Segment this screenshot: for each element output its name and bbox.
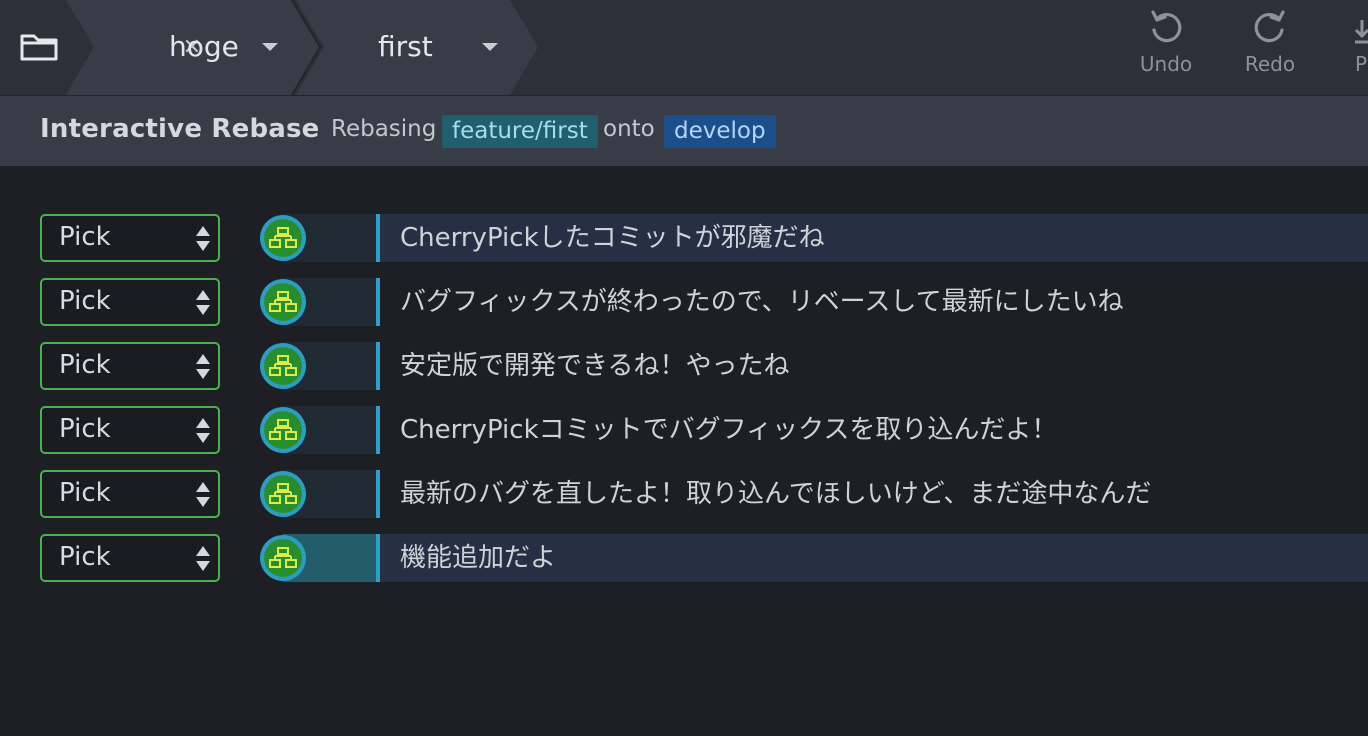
- pull-button[interactable]: P: [1350, 0, 1368, 95]
- page-title: Interactive Rebase: [40, 114, 320, 144]
- action-select[interactable]: Pick: [40, 406, 220, 454]
- undo-label: Undo: [1139, 52, 1193, 76]
- undo-icon: [1151, 10, 1182, 43]
- avatar: [260, 279, 306, 325]
- redo-button[interactable]: Redo: [1240, 0, 1300, 95]
- chevron-updown-icon: [196, 289, 210, 317]
- branch-name: first: [378, 30, 433, 63]
- commit-row: Pick 最新のバグを直したよ！取り込んでほしいけど、まだ途中なんだ: [0, 470, 1368, 518]
- action-select[interactable]: Pick: [40, 534, 220, 582]
- repository-name: hoge: [169, 30, 239, 63]
- redo-label: Redo: [1244, 52, 1296, 76]
- rebase-header: Interactive Rebase Rebasing feature/firs…: [0, 96, 1368, 166]
- commit-message[interactable]: 最新のバグを直したよ！取り込んでほしいけど、まだ途中なんだ: [380, 470, 1368, 518]
- commit-message[interactable]: バグフィックスが終わったので、リベースして最新にしたいね: [380, 278, 1368, 326]
- breadcrumb: ✕ hoge first: [66, 0, 546, 95]
- pull-label: P: [1355, 52, 1368, 76]
- chevron-down-icon[interactable]: [262, 43, 278, 51]
- action-select[interactable]: Pick: [40, 470, 220, 518]
- chevron-updown-icon: [196, 225, 210, 253]
- commit-row: Pick CherryPickしたコミットが邪魔だね: [0, 214, 1368, 262]
- commit-row: Pick 安定版で開発できるね！やったね: [0, 342, 1368, 390]
- action-value: Pick: [59, 286, 111, 316]
- action-select[interactable]: Pick: [40, 278, 220, 326]
- chevron-updown-icon: [196, 481, 210, 509]
- action-value: Pick: [59, 542, 111, 572]
- avatar: [260, 215, 306, 261]
- chevron-down-icon[interactable]: [482, 43, 498, 51]
- commit-message[interactable]: 安定版で開発できるね！やったね: [380, 342, 1368, 390]
- avatar: [260, 535, 306, 581]
- branch-selector[interactable]: first: [378, 29, 433, 65]
- chevron-updown-icon: [196, 353, 210, 381]
- action-value: Pick: [59, 350, 111, 380]
- commit-message[interactable]: 機能追加だよ: [380, 534, 1368, 582]
- action-value: Pick: [59, 478, 111, 508]
- chevron-updown-icon: [196, 417, 210, 445]
- action-value: Pick: [59, 414, 111, 444]
- avatar: [260, 471, 306, 517]
- target-branch-badge: develop: [664, 115, 776, 148]
- onto-label: onto: [603, 116, 655, 142]
- action-select[interactable]: Pick: [40, 342, 220, 390]
- pull-icon: [1354, 20, 1368, 44]
- undo-button[interactable]: Undo: [1135, 0, 1197, 95]
- commit-message[interactable]: CherryPickしたコミットが邪魔だね: [380, 214, 1368, 262]
- toolbar: ✕ hoge first Undo Redo P: [0, 0, 1368, 96]
- redo-icon: [1254, 10, 1285, 43]
- chevron-updown-icon: [196, 545, 210, 573]
- commit-message[interactable]: CherryPickコミットでバグフィックスを取り込んだよ！: [380, 406, 1368, 454]
- commit-row: Pick CherryPickコミットでバグフィックスを取り込んだよ！: [0, 406, 1368, 454]
- repository-selector[interactable]: hoge: [169, 29, 239, 65]
- commit-row: Pick バグフィックスが終わったので、リベースして最新にしたいね: [0, 278, 1368, 326]
- action-select[interactable]: Pick: [40, 214, 220, 262]
- commit-row: Pick 機能追加だよ: [0, 534, 1368, 582]
- source-branch-badge: feature/first: [442, 115, 598, 148]
- folder-icon[interactable]: [0, 0, 70, 95]
- avatar: [260, 343, 306, 389]
- rebasing-label: Rebasing: [331, 116, 437, 142]
- action-value: Pick: [59, 222, 111, 252]
- avatar: [260, 407, 306, 453]
